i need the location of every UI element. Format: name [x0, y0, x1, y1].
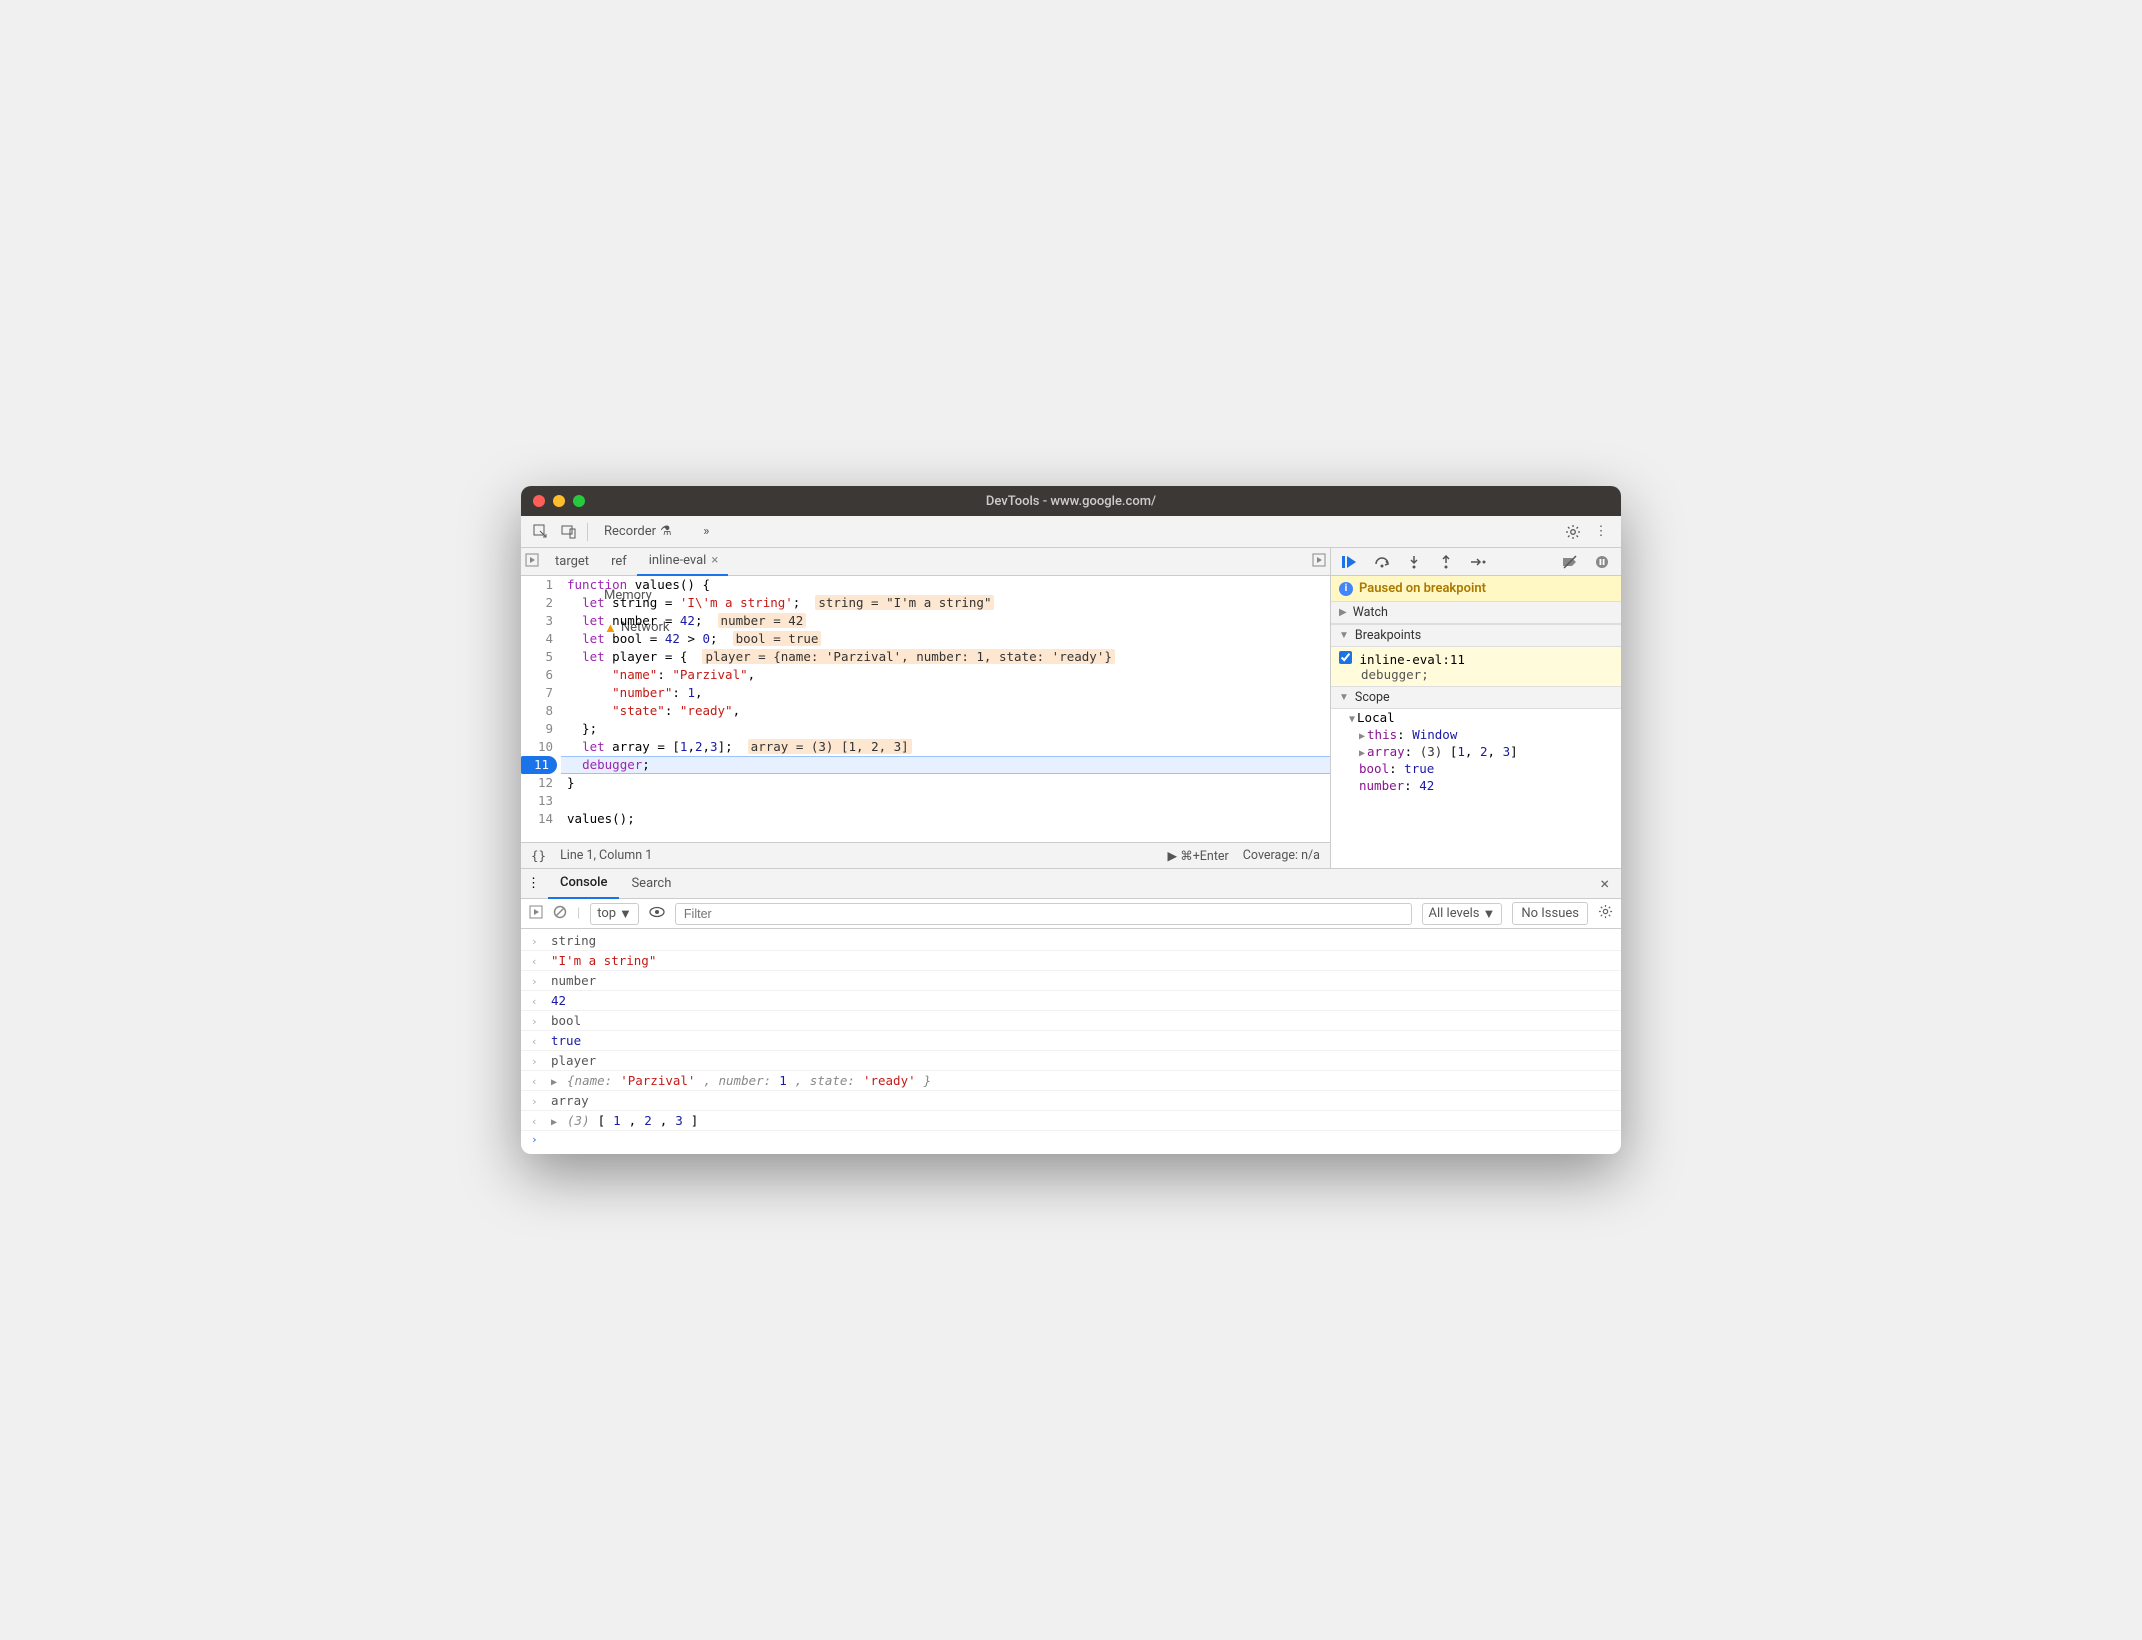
scope-variable[interactable]: ▶array: (3) [1, 2, 3] [1331, 743, 1621, 760]
file-tab-target[interactable]: target [543, 548, 599, 576]
issues-button[interactable]: No Issues [1512, 902, 1588, 925]
code-line[interactable]: let number = 42; number = 42 [561, 612, 1330, 630]
file-tabs: targetrefinline-eval × [521, 548, 1330, 576]
breakpoints-section-header[interactable]: ▼Breakpoints [1331, 624, 1621, 647]
console-output-row[interactable]: ‹42 [521, 991, 1621, 1011]
watch-section-header[interactable]: ▶Watch [1331, 601, 1621, 624]
code-line[interactable]: "number": 1, [561, 684, 1330, 702]
console-filter-input[interactable] [675, 903, 1412, 925]
log-levels-selector[interactable]: All levels ▼ [1422, 903, 1503, 925]
file-tab-inline-eval[interactable]: inline-eval × [637, 548, 729, 576]
code-line[interactable]: let string = 'I\'m a string'; string = "… [561, 594, 1330, 612]
console-input-row: ›string [521, 931, 1621, 951]
drawer-tab-console[interactable]: Console [548, 869, 619, 899]
breakpoint-label: inline-eval:11 [1360, 652, 1465, 667]
clear-console-icon[interactable] [553, 905, 567, 923]
file-tab-ref[interactable]: ref [599, 548, 637, 576]
deactivate-breakpoints-button[interactable] [1559, 551, 1581, 573]
step-out-button[interactable] [1435, 551, 1457, 573]
device-toolbar-icon[interactable] [555, 518, 583, 546]
paused-banner-text: Paused on breakpoint [1359, 581, 1486, 596]
kebab-menu-icon[interactable]: ⋮ [1587, 518, 1615, 546]
console-prompt[interactable]: › [521, 1131, 1621, 1148]
scope-variable[interactable]: bool: true [1331, 760, 1621, 777]
code-editor[interactable]: 1234567891011121314 function values() { … [521, 576, 1330, 842]
cursor-position: Line 1, Column 1 [560, 848, 652, 863]
settings-gear-icon[interactable] [1559, 518, 1587, 546]
editor-pane: targetrefinline-eval × 12345678910111213… [521, 548, 1331, 868]
breakpoint-snippet: debugger; [1339, 667, 1613, 682]
code-line[interactable] [561, 792, 1330, 810]
close-tab-icon[interactable]: × [711, 553, 718, 568]
context-selector[interactable]: top ▼ [590, 903, 639, 925]
live-expression-icon[interactable] [649, 906, 665, 922]
drawer-menu-icon[interactable]: ⋮ [527, 876, 540, 891]
code-line[interactable]: function values() { [561, 576, 1330, 594]
info-icon: i [1339, 582, 1353, 596]
drawer: ⋮ ConsoleSearch × | top ▼ All levels ▼ N… [521, 868, 1621, 1154]
scope-variable[interactable]: ▶this: Window [1331, 726, 1621, 743]
editor-statusbar: {} Line 1, Column 1 ▶ ⌘+Enter Coverage: … [521, 842, 1330, 868]
titlebar: DevTools - www.google.com/ [521, 486, 1621, 516]
step-button[interactable] [1467, 551, 1489, 573]
console-output-row[interactable]: ‹▶(3) [1, 2, 3] [521, 1111, 1621, 1131]
content-area: targetrefinline-eval × 12345678910111213… [521, 548, 1621, 868]
resume-button[interactable] [1339, 551, 1361, 573]
pause-on-exceptions-button[interactable] [1591, 551, 1613, 573]
step-over-button[interactable] [1371, 551, 1393, 573]
console-toolbar: | top ▼ All levels ▼ No Issues [521, 899, 1621, 929]
devtools-window: DevTools - www.google.com/ SourcesElemen… [521, 486, 1621, 1154]
code-line[interactable]: }; [561, 720, 1330, 738]
paused-banner: i Paused on breakpoint [1331, 576, 1621, 601]
console-input-row: ›player [521, 1051, 1621, 1071]
console-output-row[interactable]: ‹true [521, 1031, 1621, 1051]
debug-controls [1331, 548, 1621, 576]
scope-local-header[interactable]: ▼Local [1331, 709, 1621, 726]
more-file-options-icon[interactable] [1312, 553, 1326, 571]
breakpoint-item[interactable]: inline-eval:11 debugger; [1331, 647, 1621, 686]
step-into-button[interactable] [1403, 551, 1425, 573]
code-line[interactable]: "name": "Parzival", [561, 666, 1330, 684]
drawer-tab-search[interactable]: Search [619, 869, 683, 899]
traffic-lights [533, 495, 585, 507]
inspect-element-icon[interactable] [527, 518, 555, 546]
tab-recorder[interactable]: Recorder ⚗ [592, 516, 691, 548]
divider: | [577, 906, 580, 921]
breakpoint-checkbox[interactable] [1339, 651, 1352, 664]
code-line[interactable]: } [561, 774, 1330, 792]
code-line[interactable]: values(); [561, 810, 1330, 828]
console-output-row[interactable]: ‹"I'm a string" [521, 951, 1621, 971]
console-settings-gear-icon[interactable] [1598, 904, 1613, 923]
minimize-window-button[interactable] [553, 495, 565, 507]
scope-section-header[interactable]: ▼Scope [1331, 686, 1621, 709]
code-line[interactable]: let bool = 42 > 0; bool = true [561, 630, 1330, 648]
console-sidebar-toggle-icon[interactable] [529, 905, 543, 923]
scope-variable[interactable]: number: 42 [1331, 777, 1621, 794]
console-output[interactable]: ›string‹"I'm a string"›number‹42›bool‹tr… [521, 929, 1621, 1154]
code-line[interactable]: let array = [1,2,3]; array = (3) [1, 2, … [561, 738, 1330, 756]
code-line[interactable]: "state": "ready", [561, 702, 1330, 720]
overflow-tabs-icon[interactable]: » [691, 516, 721, 548]
run-hint[interactable]: ▶ ⌘+Enter [1168, 848, 1229, 864]
code-line[interactable]: debugger; [561, 756, 1330, 774]
code-line[interactable]: let player = { player = {name: 'Parzival… [561, 648, 1330, 666]
drawer-tabs: ⋮ ConsoleSearch × [521, 869, 1621, 899]
main-panel-tabs: SourcesElementsPerformanceRecorder ⚗Cons… [521, 516, 1621, 548]
coverage-label: Coverage: n/a [1243, 848, 1320, 863]
maximize-window-button[interactable] [573, 495, 585, 507]
run-snippet-icon[interactable] [525, 553, 539, 571]
close-drawer-button[interactable]: × [1594, 874, 1615, 893]
close-window-button[interactable] [533, 495, 545, 507]
console-input-row: ›number [521, 971, 1621, 991]
console-input-row: ›array [521, 1091, 1621, 1111]
console-input-row: ›bool [521, 1011, 1621, 1031]
console-output-row[interactable]: ‹▶{name: 'Parzival', number: 1, state: '… [521, 1071, 1621, 1091]
debugger-sidebar: i Paused on breakpoint ▶Watch ▼Breakpoin… [1331, 548, 1621, 868]
format-braces-icon[interactable]: {} [531, 848, 546, 863]
divider [587, 523, 588, 541]
window-title: DevTools - www.google.com/ [521, 494, 1621, 509]
